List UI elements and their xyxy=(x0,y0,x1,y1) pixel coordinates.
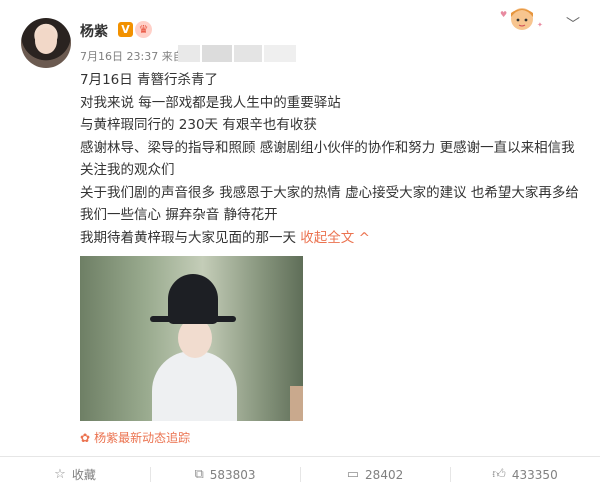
svg-text:♥: ♥ xyxy=(500,10,507,19)
cartoon-avatar-decoration-icon: ♥ ✦ xyxy=(500,8,543,30)
comment-icon: ▭ xyxy=(346,467,360,482)
svg-text:✦: ✦ xyxy=(537,21,543,29)
post-line: 7月16日 青簪行杀青了 xyxy=(80,72,219,88)
post-line: 关于我们剧的声音很多 我感恩于大家的热情 虚心接受大家的建议 也希望大家再多给我… xyxy=(80,184,579,224)
repost-count: 583803 xyxy=(209,467,256,482)
post-line: 我期待着黄梓瑕与大家见面的那一天 xyxy=(80,229,296,246)
image-edge-detail xyxy=(290,386,303,421)
avatar[interactable] xyxy=(21,18,71,68)
blurred-source xyxy=(264,45,296,62)
post-meta: 7月16日 23:37 来自 xyxy=(80,48,184,64)
collapse-text-link[interactable]: 收起全文 ^ xyxy=(300,230,370,246)
chevron-down-icon[interactable]: ﹀ xyxy=(566,14,580,34)
post-line: 感谢林导、梁导的指导和照顾 感谢剧组小伙伴的协作和努力 更感谢一直以来相信我关注… xyxy=(80,139,575,179)
post-last-line: 我期待着黄梓瑕与大家见面的那一天 收起全文 ^ xyxy=(80,227,580,250)
user-name[interactable]: 杨紫 xyxy=(80,21,108,41)
post-time[interactable]: 7月16日 23:37 xyxy=(80,50,158,63)
topic-label: 杨紫最新动态追踪 xyxy=(94,431,191,445)
star-icon: ☆ xyxy=(54,467,66,482)
post-content: 7月16日 青簪行杀青了 对我来说 每一部戏都是我人生中的重要驿站 与黄梓瑕同行… xyxy=(80,69,580,249)
image-figure-face xyxy=(178,318,212,358)
post-line: 对我来说 每一部戏都是我人生中的重要驿站 xyxy=(80,94,341,111)
blurred-source xyxy=(234,45,262,62)
blurred-source xyxy=(202,45,232,62)
blurred-source xyxy=(178,45,200,62)
comment-button[interactable]: ▭ 28402 xyxy=(300,457,450,492)
topic-link[interactable]: ✿ 杨紫最新动态追踪 xyxy=(80,429,190,446)
favorite-button[interactable]: ☆ 收藏 xyxy=(0,457,150,492)
thumbs-up-icon: 👍︎ xyxy=(492,467,506,482)
image-figure-hat-brim xyxy=(150,316,236,322)
like-button[interactable]: 👍︎ 433350 xyxy=(450,457,600,492)
like-count: 433350 xyxy=(511,467,558,482)
repost-button[interactable]: ⧉ 583803 xyxy=(150,457,300,492)
verified-badge-icon: V xyxy=(118,22,133,37)
vip-crown-icon: ♛ xyxy=(135,21,152,38)
image-figure-coat xyxy=(152,351,237,421)
favorite-label: 收藏 xyxy=(71,468,96,482)
post-image[interactable] xyxy=(80,256,303,421)
flame-icon: ✿ xyxy=(80,431,91,445)
comment-count: 28402 xyxy=(365,467,404,482)
action-bar: ☆ 收藏 ⧉ 583803 ▭ 28402 👍︎ 433350 xyxy=(0,457,600,492)
weibo-post-card: 杨紫 V ♛ 7月16日 23:37 来自 ♥ ✦ ﹀ 7月16日 青簪行杀青了… xyxy=(0,0,600,492)
post-line: 与黄梓瑕同行的 230天 有艰辛也有收获 xyxy=(80,117,317,133)
repost-icon: ⧉ xyxy=(194,467,204,482)
